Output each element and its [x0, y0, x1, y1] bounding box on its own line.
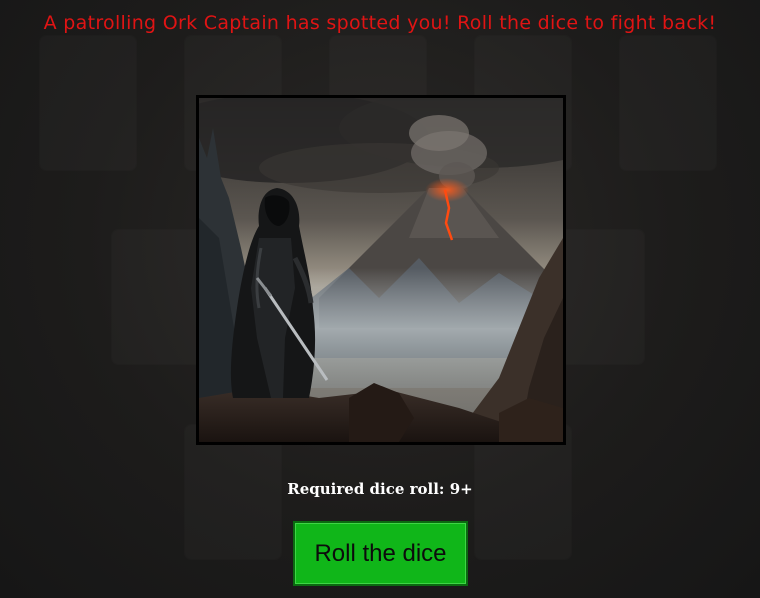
background-tile	[620, 36, 716, 170]
encounter-message: A patrolling Ork Captain has spotted you…	[43, 12, 717, 34]
encounter-scene-image	[196, 95, 566, 445]
game-screen: A patrolling Ork Captain has spotted you…	[0, 0, 760, 598]
background-tile	[40, 36, 136, 170]
warrior-volcano-illustration	[199, 98, 563, 442]
background-tile	[112, 230, 208, 364]
roll-dice-button[interactable]: Roll the dice	[293, 521, 468, 586]
required-roll-label: Required dice roll: 9+	[287, 480, 473, 498]
